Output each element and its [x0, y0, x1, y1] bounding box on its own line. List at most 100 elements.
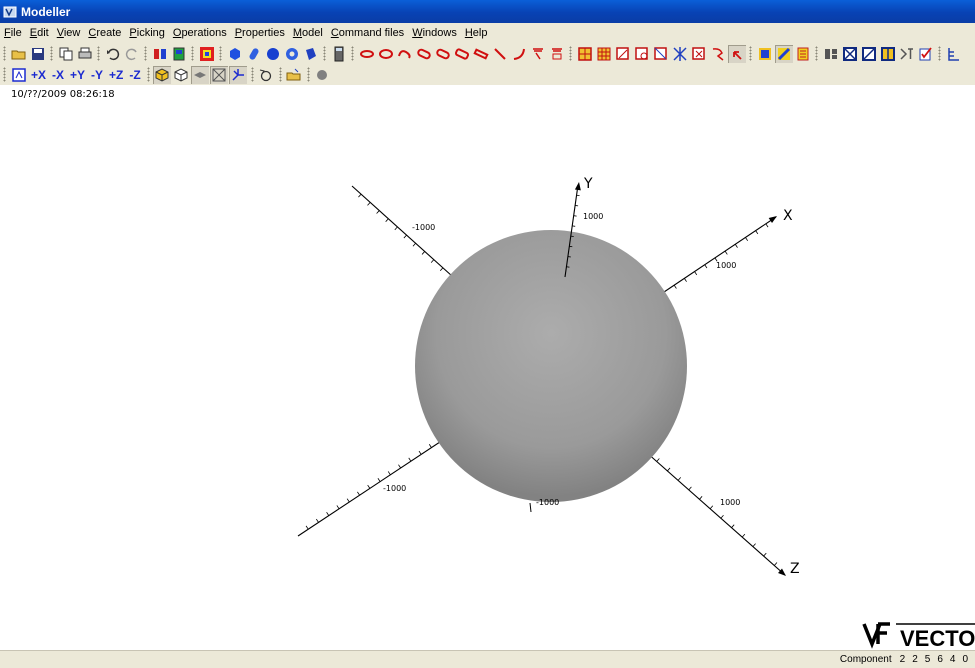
frame-split-icon[interactable]	[879, 45, 897, 63]
tree-icon[interactable]	[945, 45, 963, 63]
menu-model[interactable]: Model	[289, 27, 327, 39]
layers-icon[interactable]	[170, 45, 188, 63]
title-bar: Modeller	[0, 0, 975, 23]
toolbar-grip[interactable]	[815, 46, 818, 61]
menu-windows[interactable]: Windows	[408, 27, 461, 39]
mesh-check-icon[interactable]	[633, 45, 651, 63]
view-minus-y-button[interactable]: -Y	[88, 68, 106, 82]
torus-icon[interactable]	[283, 45, 301, 63]
arc-loop-icon[interactable]	[396, 45, 414, 63]
bar-icon[interactable]	[472, 45, 490, 63]
menu-help[interactable]: Help	[461, 27, 492, 39]
menu-operations[interactable]: Operations	[169, 27, 231, 39]
cylinder-icon[interactable]	[245, 45, 263, 63]
menu-edit[interactable]: Edit	[26, 27, 53, 39]
sphere-icon[interactable]	[264, 45, 282, 63]
status-value: 2	[900, 654, 906, 665]
toolbar-grip[interactable]	[323, 46, 326, 61]
z-axis-neg-tick-label: -1000	[383, 484, 406, 493]
menu-bar: FileEditViewCreatePickingOperationsPrope…	[0, 23, 975, 43]
copy-icon[interactable]	[57, 45, 75, 63]
line-icon[interactable]	[491, 45, 509, 63]
pointer-icon[interactable]	[728, 45, 746, 63]
print-icon[interactable]	[76, 45, 94, 63]
z-axis-label: Z	[790, 561, 800, 577]
wireframe-view-icon[interactable]	[172, 66, 190, 84]
toolbar-grip[interactable]	[569, 46, 572, 61]
x-axis-label: X	[783, 208, 793, 224]
y-axis-label: Y	[583, 176, 593, 192]
ellipse-icon[interactable]	[358, 45, 376, 63]
view-plusminus-z-button[interactable]: +Z	[106, 68, 126, 82]
menu-picking[interactable]: Picking	[125, 27, 168, 39]
arc-icon[interactable]	[510, 45, 528, 63]
view-plusminus-y-button[interactable]: +Y	[67, 68, 88, 82]
calculator-icon[interactable]	[330, 45, 348, 63]
solenoid-icon[interactable]	[453, 45, 471, 63]
toolbar-grip[interactable]	[191, 46, 194, 61]
toolbar-grip[interactable]	[279, 67, 282, 82]
sphere-model[interactable]	[415, 230, 687, 502]
save-icon[interactable]	[29, 45, 47, 63]
toolbar-grip[interactable]	[351, 46, 354, 61]
checklist-icon[interactable]	[917, 45, 935, 63]
toolbar-grip[interactable]	[97, 46, 100, 61]
mesh-clear-icon[interactable]	[671, 45, 689, 63]
select-cube-icon[interactable]	[756, 45, 774, 63]
select-list-icon[interactable]	[794, 45, 812, 63]
menu-view[interactable]: View	[53, 27, 85, 39]
coil-8-icon[interactable]	[529, 45, 547, 63]
view-reset-icon[interactable]	[10, 66, 28, 84]
component-icon[interactable]	[151, 45, 169, 63]
undo-icon[interactable]	[104, 45, 122, 63]
mesh-refine-icon[interactable]	[690, 45, 708, 63]
view-plusminus-x-button[interactable]: +X	[28, 68, 49, 82]
view-toolbar: +X-X+Y-Y+Z-Z	[0, 64, 975, 86]
toolbar-grip[interactable]	[144, 46, 147, 61]
tile-icon[interactable]	[822, 45, 840, 63]
prism-icon[interactable]	[302, 45, 320, 63]
racetrack-icon[interactable]	[415, 45, 433, 63]
toolbar-grip[interactable]	[251, 67, 254, 82]
color-icon[interactable]	[198, 45, 216, 63]
menu-file[interactable]: File	[0, 27, 26, 39]
toolbar-grip[interactable]	[219, 46, 222, 61]
mesh-grid-icon[interactable]	[595, 45, 613, 63]
menu-properties[interactable]: Properties	[231, 27, 289, 39]
menu-command-files[interactable]: Command files	[327, 27, 408, 39]
record-icon[interactable]	[313, 66, 331, 84]
redo-icon[interactable]	[123, 45, 141, 63]
coil-20-icon[interactable]	[548, 45, 566, 63]
shaded-view-icon[interactable]	[191, 66, 209, 84]
mesh-edit-icon[interactable]	[614, 45, 632, 63]
toolbar-grip[interactable]	[307, 67, 310, 82]
select-face-icon[interactable]	[775, 45, 793, 63]
frame-diag-icon[interactable]	[860, 45, 878, 63]
transform-icon[interactable]	[898, 45, 916, 63]
solid-view-icon[interactable]	[153, 66, 171, 84]
circle-loop-icon[interactable]	[377, 45, 395, 63]
toolbar-grip[interactable]	[938, 46, 941, 61]
menu-create[interactable]: Create	[84, 27, 125, 39]
axes-toggle-icon[interactable]	[229, 66, 247, 84]
toolbar-grip[interactable]	[749, 46, 752, 61]
toolbar-grip[interactable]	[3, 67, 6, 82]
racetrack2-icon[interactable]	[434, 45, 452, 63]
frame-x-icon[interactable]	[841, 45, 859, 63]
toolbar-grip[interactable]	[50, 46, 53, 61]
y-axis-tick-label: 1000	[583, 212, 603, 221]
open-folder-icon[interactable]	[285, 66, 303, 84]
logo-text: VECTO	[900, 626, 975, 651]
toolbar-grip[interactable]	[3, 46, 6, 61]
toolbar-grip[interactable]	[147, 67, 150, 82]
view-minus-z-button[interactable]: -Z	[126, 68, 143, 82]
rotate-icon[interactable]	[257, 66, 275, 84]
mesh-view-icon[interactable]	[652, 45, 670, 63]
view-minus-x-button[interactable]: -X	[49, 68, 67, 82]
open-icon[interactable]	[10, 45, 28, 63]
model-viewport[interactable]: 1000 -1000 1000 -1000 1000 -1000 X Y Z	[0, 85, 975, 650]
pick-red-icon[interactable]	[709, 45, 727, 63]
cube-icon[interactable]	[226, 45, 244, 63]
mesh-icon[interactable]	[576, 45, 594, 63]
mesh-view-toggle-icon[interactable]	[210, 66, 228, 84]
